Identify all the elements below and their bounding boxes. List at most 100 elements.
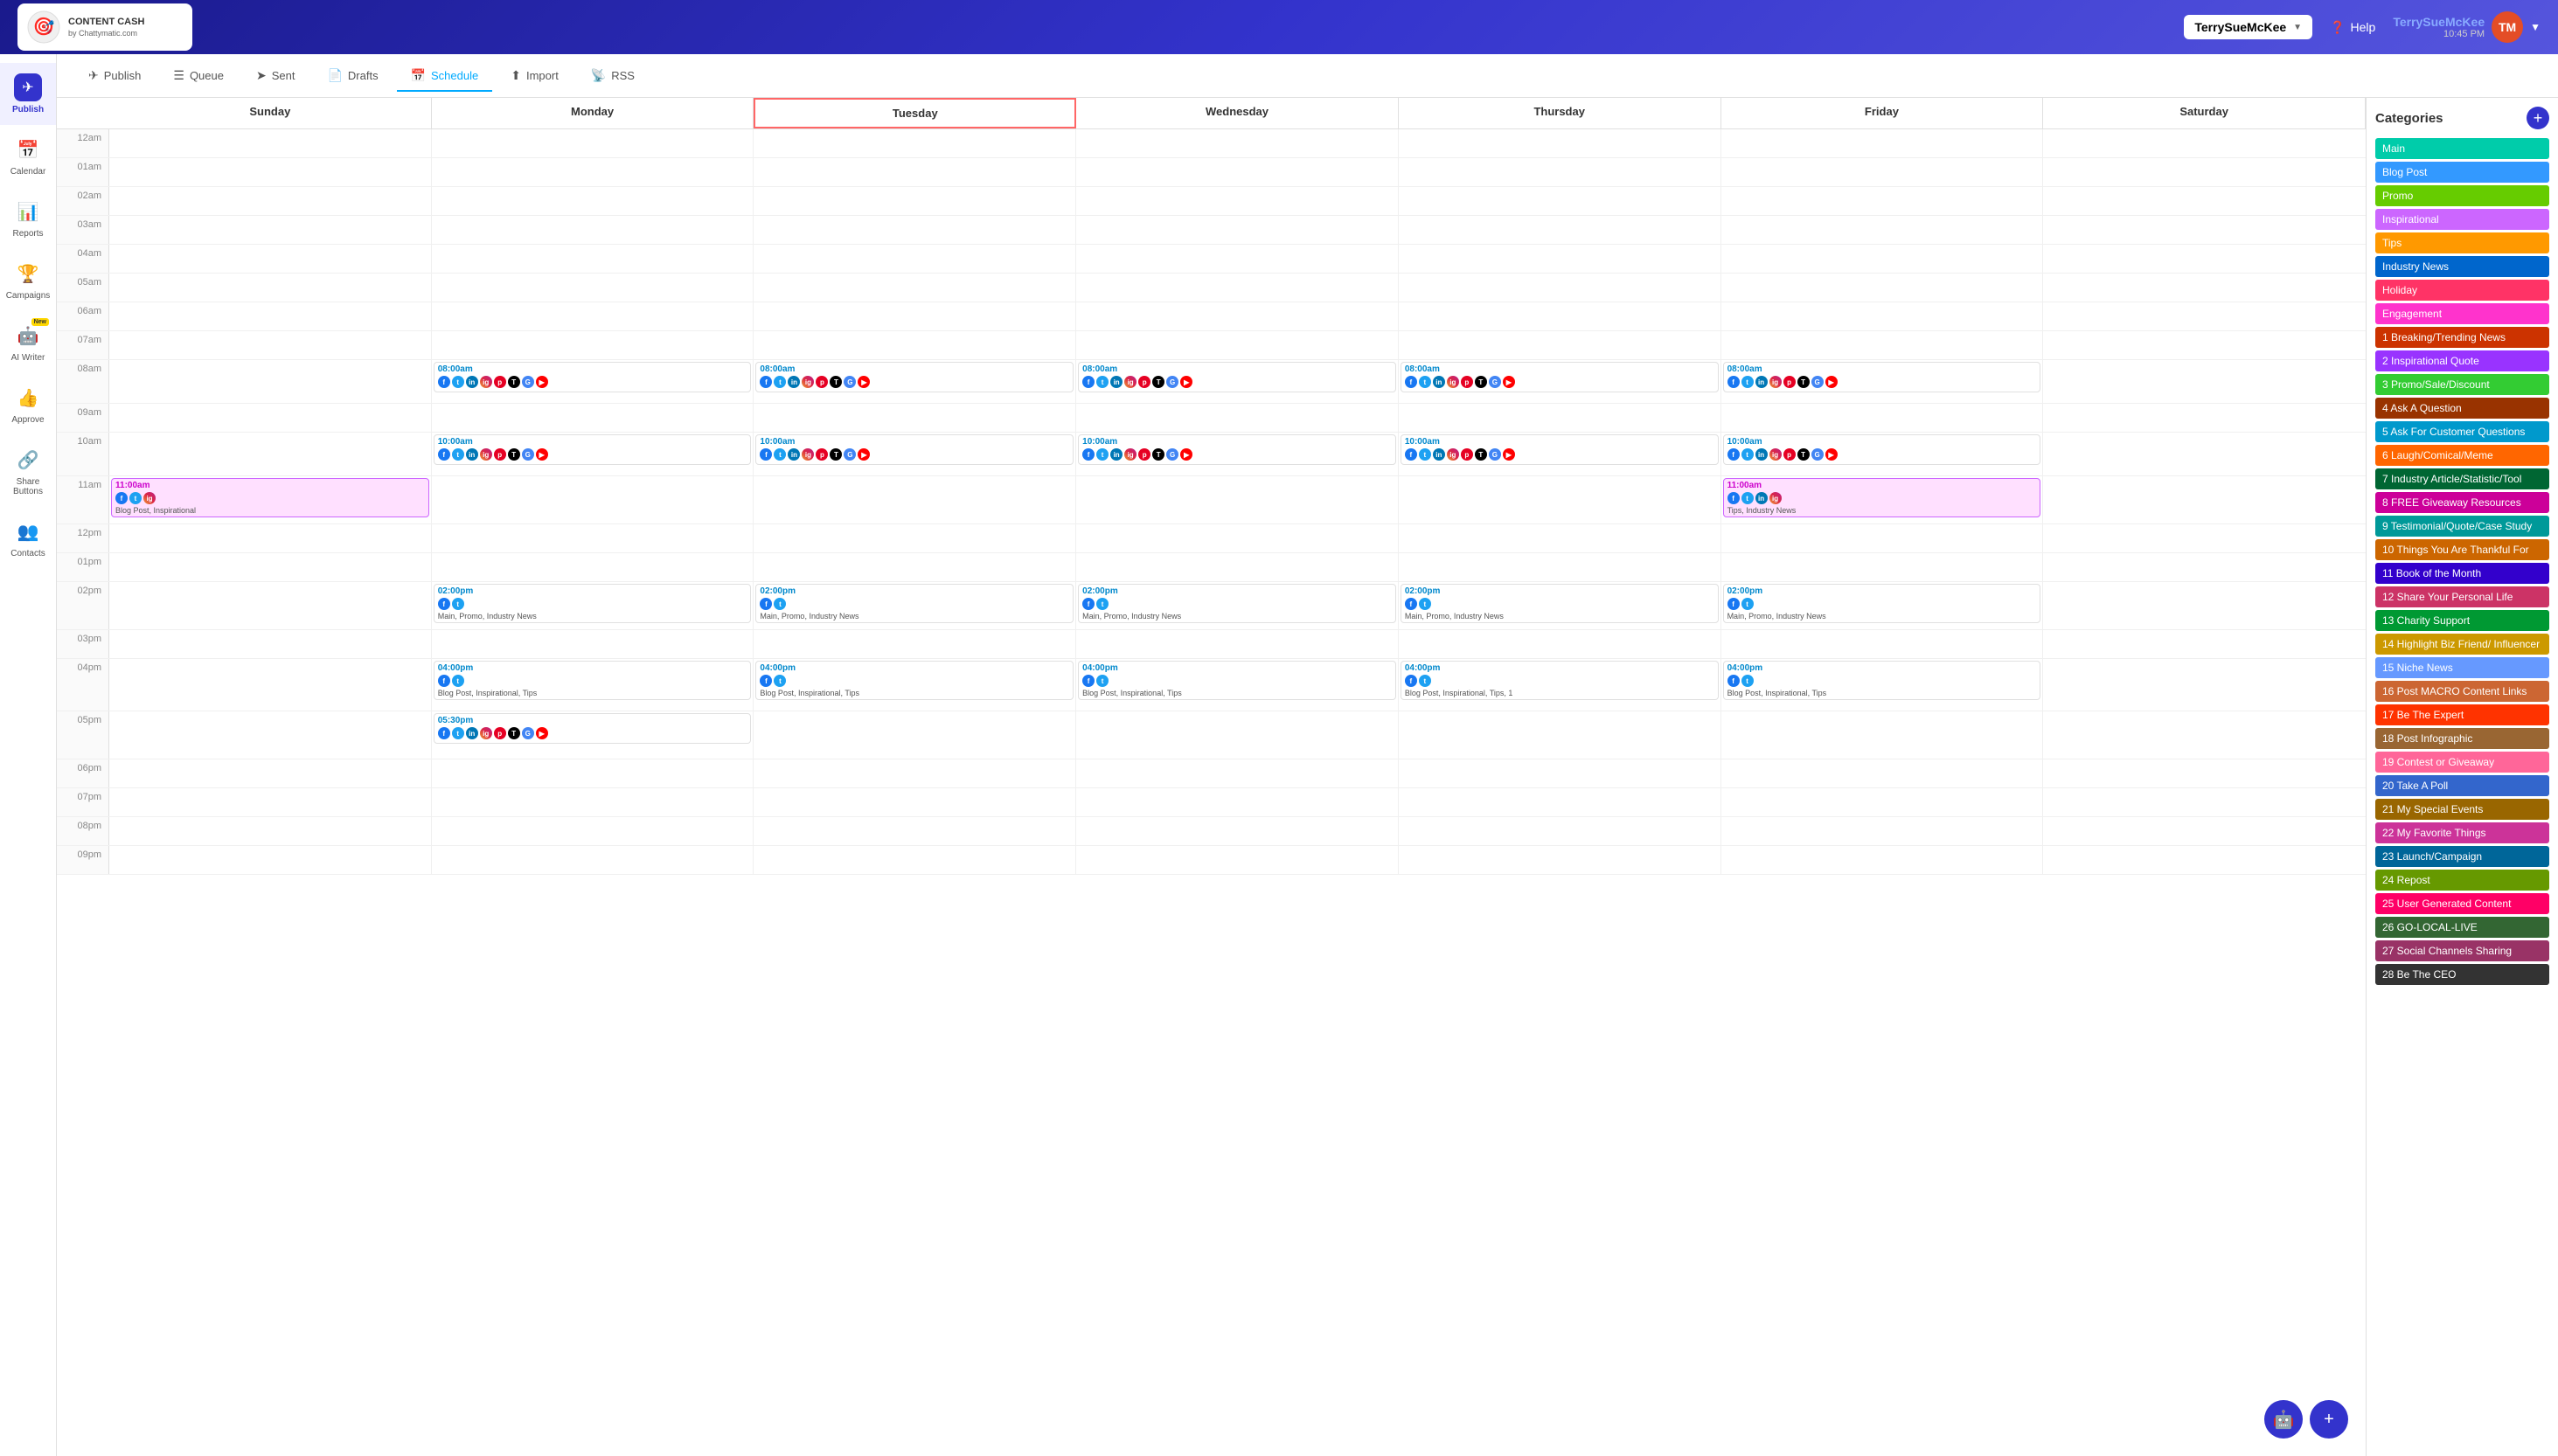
category-item-repost[interactable]: 24 Repost bbox=[2375, 870, 2549, 891]
cell-thu-03pm[interactable] bbox=[1399, 630, 1721, 658]
cell-fri-06pm[interactable] bbox=[1721, 759, 2044, 787]
cell-sun-12am[interactable] bbox=[109, 129, 432, 157]
cell-thu-12am[interactable] bbox=[1399, 129, 1721, 157]
category-item-testimonial[interactable]: 9 Testimonial/Quote/Case Study bbox=[2375, 516, 2549, 537]
sidebar-item-contacts[interactable]: 👥 Contacts bbox=[0, 507, 56, 569]
cell-wed-12pm[interactable] bbox=[1076, 524, 1399, 552]
cell-wed-09am[interactable] bbox=[1076, 404, 1399, 432]
cell-mon-09am[interactable] bbox=[432, 404, 754, 432]
cell-wed-09pm[interactable] bbox=[1076, 846, 1399, 874]
sidebar-item-publish[interactable]: ✈ Publish bbox=[0, 63, 56, 125]
cell-fri-12pm[interactable] bbox=[1721, 524, 2044, 552]
category-item-holiday[interactable]: Holiday bbox=[2375, 280, 2549, 301]
category-item-ask-question[interactable]: 4 Ask A Question bbox=[2375, 398, 2549, 419]
cell-fri-04am[interactable] bbox=[1721, 245, 2044, 273]
cell-fri-02am[interactable] bbox=[1721, 187, 2044, 215]
category-item-take-poll[interactable]: 20 Take A Poll bbox=[2375, 775, 2549, 796]
cell-thu-05pm[interactable] bbox=[1399, 711, 1721, 759]
cell-sun-06pm[interactable] bbox=[109, 759, 432, 787]
cell-thu-04pm[interactable]: 04:00pm f t Blog Post, Inspirational, Ti… bbox=[1399, 659, 1721, 711]
category-item-social-channels[interactable]: 27 Social Channels Sharing bbox=[2375, 940, 2549, 961]
cell-thu-08am[interactable]: 08:00am f t in ig p T G ▶ bbox=[1399, 360, 1721, 403]
cell-wed-03am[interactable] bbox=[1076, 216, 1399, 244]
cell-tue-07am[interactable] bbox=[754, 331, 1076, 359]
event-thu-04pm[interactable]: 04:00pm f t Blog Post, Inspirational, Ti… bbox=[1401, 661, 1719, 700]
category-item-industry-news[interactable]: Industry News bbox=[2375, 256, 2549, 277]
cell-sat-03am[interactable] bbox=[2043, 216, 2366, 244]
cell-mon-02am[interactable] bbox=[432, 187, 754, 215]
cell-wed-08pm[interactable] bbox=[1076, 817, 1399, 845]
cell-sat-09pm[interactable] bbox=[2043, 846, 2366, 874]
tab-import[interactable]: ⬆ Import bbox=[497, 61, 573, 92]
cell-fri-02pm[interactable]: 02:00pm f t Main, Promo, Industry News bbox=[1721, 582, 2044, 629]
cell-fri-01pm[interactable] bbox=[1721, 553, 2044, 581]
event-tue-04pm[interactable]: 04:00pm f t Blog Post, Inspirational, Ti… bbox=[755, 661, 1074, 700]
cell-mon-08am[interactable]: 08:00am f t in ig p T G ▶ bbox=[432, 360, 754, 403]
cell-sun-01pm[interactable] bbox=[109, 553, 432, 581]
cell-tue-10am[interactable]: 10:00am f t in ig p T G ▶ bbox=[754, 433, 1076, 475]
cell-fri-08pm[interactable] bbox=[1721, 817, 2044, 845]
cell-tue-09pm[interactable] bbox=[754, 846, 1076, 874]
category-item-be-ceo[interactable]: 28 Be The CEO bbox=[2375, 964, 2549, 985]
event-wed-10am[interactable]: 10:00am f t in ig p T G ▶ bbox=[1078, 434, 1396, 465]
tab-publish[interactable]: ✈ Publish bbox=[74, 61, 155, 92]
cell-sat-07pm[interactable] bbox=[2043, 788, 2366, 816]
cell-sun-07am[interactable] bbox=[109, 331, 432, 359]
cell-wed-08am[interactable]: 08:00am f t in ig p T G ▶ bbox=[1076, 360, 1399, 403]
cell-wed-01pm[interactable] bbox=[1076, 553, 1399, 581]
cell-thu-01am[interactable] bbox=[1399, 158, 1721, 186]
category-item-share-personal[interactable]: 12 Share Your Personal Life bbox=[2375, 586, 2549, 607]
category-item-inspirational[interactable]: Inspirational bbox=[2375, 209, 2549, 230]
cell-tue-09am[interactable] bbox=[754, 404, 1076, 432]
category-item-ask-customer[interactable]: 5 Ask For Customer Questions bbox=[2375, 421, 2549, 442]
event-fri-08am[interactable]: 08:00am f t in ig p T G ▶ bbox=[1723, 362, 2041, 392]
cell-tue-08pm[interactable] bbox=[754, 817, 1076, 845]
cell-sat-11am[interactable] bbox=[2043, 476, 2366, 523]
sidebar-item-reports[interactable]: 📊 Reports bbox=[0, 187, 56, 249]
event-fri-04pm[interactable]: 04:00pm f t Blog Post, Inspirational, Ti… bbox=[1723, 661, 2041, 700]
event-fri-10am[interactable]: 10:00am f t in ig p T G ▶ bbox=[1723, 434, 2041, 465]
cell-wed-04am[interactable] bbox=[1076, 245, 1399, 273]
cell-wed-06am[interactable] bbox=[1076, 302, 1399, 330]
cell-sun-02am[interactable] bbox=[109, 187, 432, 215]
category-item-breaking[interactable]: 1 Breaking/Trending News bbox=[2375, 327, 2549, 348]
category-item-laugh[interactable]: 6 Laugh/Comical/Meme bbox=[2375, 445, 2549, 466]
cell-sat-12am[interactable] bbox=[2043, 129, 2366, 157]
category-item-user-gen[interactable]: 25 User Generated Content bbox=[2375, 893, 2549, 914]
cell-mon-03pm[interactable] bbox=[432, 630, 754, 658]
cell-mon-12am[interactable] bbox=[432, 129, 754, 157]
cell-mon-06pm[interactable] bbox=[432, 759, 754, 787]
event-tue-10am[interactable]: 10:00am f t in ig p T G ▶ bbox=[755, 434, 1074, 465]
chat-bot-button[interactable]: 🤖 bbox=[2264, 1400, 2303, 1439]
cell-sat-12pm[interactable] bbox=[2043, 524, 2366, 552]
category-item-tips[interactable]: Tips bbox=[2375, 232, 2549, 253]
cell-wed-01am[interactable] bbox=[1076, 158, 1399, 186]
event-thu-02pm[interactable]: 02:00pm f t Main, Promo, Industry News bbox=[1401, 584, 1719, 623]
add-category-button[interactable]: + bbox=[2527, 107, 2549, 129]
cell-sun-08am[interactable] bbox=[109, 360, 432, 403]
cell-sun-09pm[interactable] bbox=[109, 846, 432, 874]
cell-mon-01am[interactable] bbox=[432, 158, 754, 186]
cell-sat-05am[interactable] bbox=[2043, 274, 2366, 302]
cell-mon-06am[interactable] bbox=[432, 302, 754, 330]
event-fri-11am[interactable]: 11:00am f t in ig Tips, Industry News bbox=[1723, 478, 2041, 517]
cell-wed-03pm[interactable] bbox=[1076, 630, 1399, 658]
tab-rss[interactable]: 📡 RSS bbox=[577, 61, 649, 92]
cell-thu-02am[interactable] bbox=[1399, 187, 1721, 215]
cell-thu-11am[interactable] bbox=[1399, 476, 1721, 523]
category-item-giveaway[interactable]: 8 FREE Giveaway Resources bbox=[2375, 492, 2549, 513]
cell-fri-05pm[interactable] bbox=[1721, 711, 2044, 759]
event-sun-11am[interactable]: 11:00am f t ig Blog Post, Inspirational bbox=[111, 478, 429, 517]
cell-tue-06am[interactable] bbox=[754, 302, 1076, 330]
cell-wed-02am[interactable] bbox=[1076, 187, 1399, 215]
cell-mon-04pm[interactable]: 04:00pm f t Blog Post, Inspirational, Ti… bbox=[432, 659, 754, 711]
floating-add-button[interactable]: + bbox=[2310, 1400, 2348, 1439]
cell-wed-12am[interactable] bbox=[1076, 129, 1399, 157]
category-item-be-expert[interactable]: 17 Be The Expert bbox=[2375, 704, 2549, 725]
cell-tue-08am[interactable]: 08:00am f t in ig p T G ▶ bbox=[754, 360, 1076, 403]
cell-fri-09pm[interactable] bbox=[1721, 846, 2044, 874]
cell-thu-04am[interactable] bbox=[1399, 245, 1721, 273]
cell-thu-05am[interactable] bbox=[1399, 274, 1721, 302]
cell-sun-07pm[interactable] bbox=[109, 788, 432, 816]
cell-thu-06am[interactable] bbox=[1399, 302, 1721, 330]
